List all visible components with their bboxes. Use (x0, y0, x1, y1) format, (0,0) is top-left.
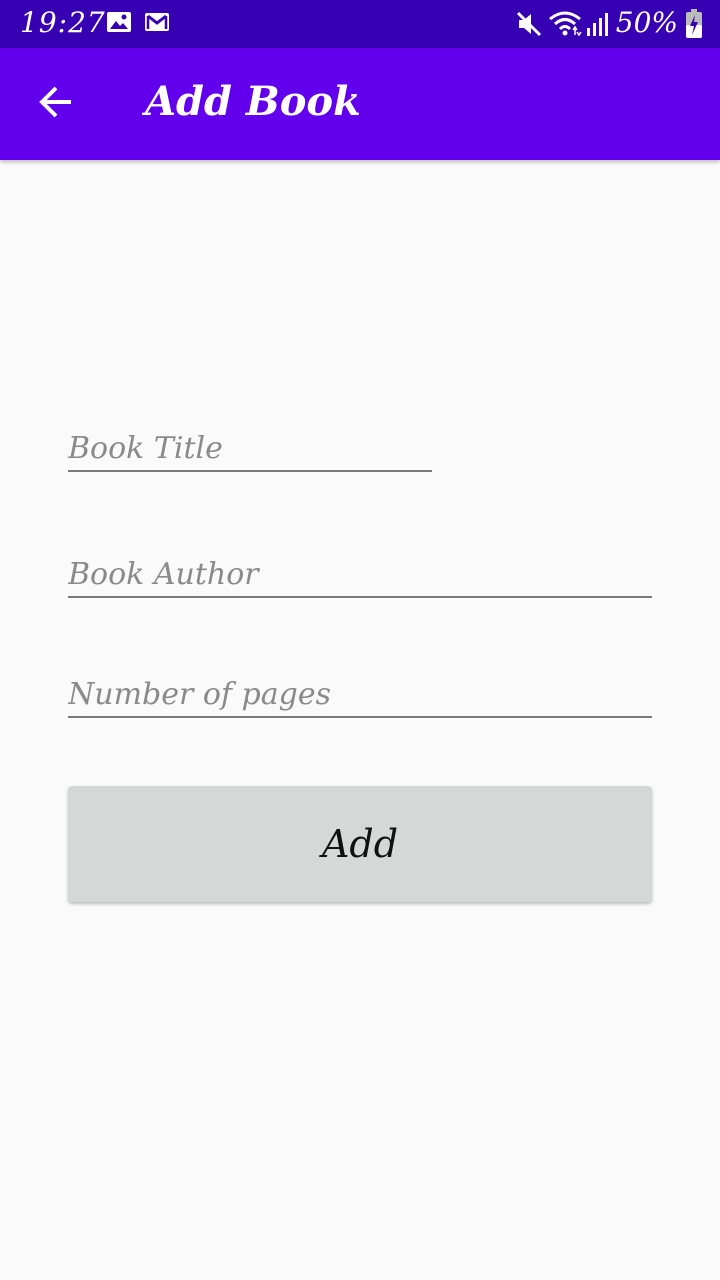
status-bar: 19:27 50% (0, 0, 720, 48)
page-title: Add Book (145, 78, 361, 125)
app-bar: Add Book (0, 48, 720, 160)
book-title-input[interactable] (68, 431, 432, 466)
book-author-field (68, 550, 652, 598)
status-time: 19:27 (20, 6, 106, 39)
add-button[interactable]: Add (68, 786, 652, 902)
mute-icon (515, 10, 543, 42)
back-button[interactable] (24, 72, 88, 136)
image-icon (106, 10, 132, 38)
gmail-icon (144, 10, 170, 38)
arrow-back-icon (38, 84, 74, 124)
battery-charging-icon (685, 9, 703, 43)
number-of-pages-input[interactable] (68, 677, 652, 712)
number-of-pages-field (68, 670, 652, 718)
book-title-field (68, 424, 432, 472)
battery-percent: 50% (615, 6, 678, 39)
signal-icon (585, 10, 611, 42)
wifi-icon (548, 10, 582, 42)
book-author-input[interactable] (68, 557, 652, 592)
